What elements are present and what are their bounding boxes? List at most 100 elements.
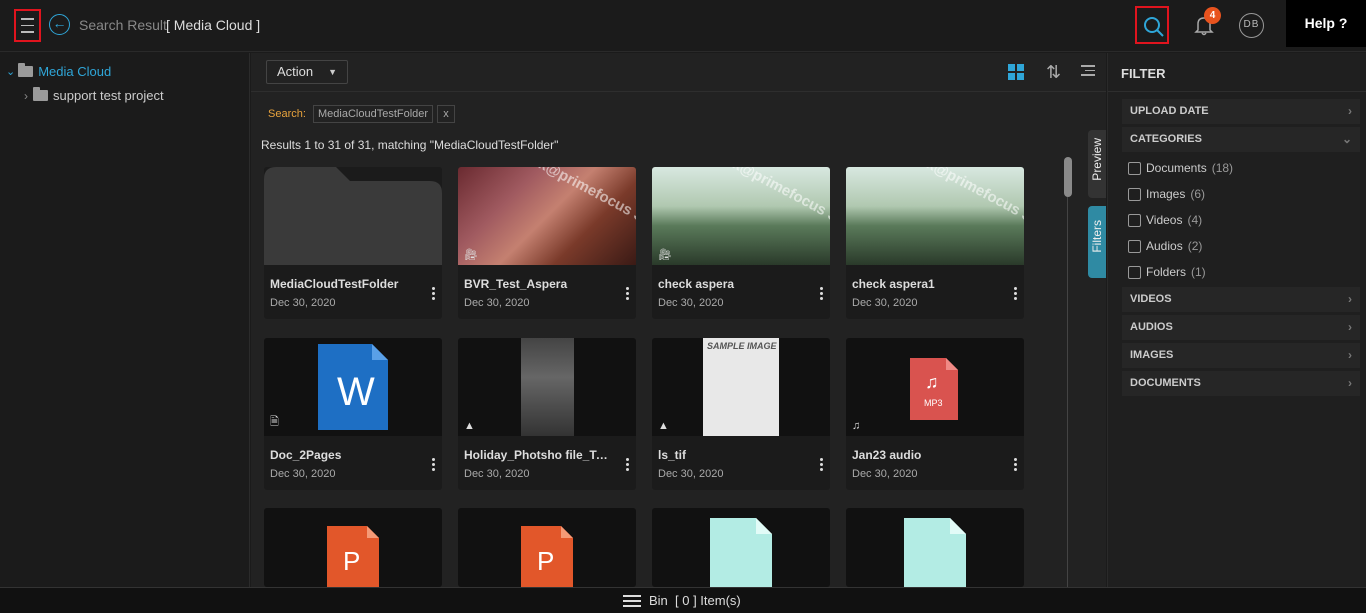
card-title: check aspera1	[852, 277, 935, 291]
card-video[interactable]: ipashree.k@primefocus 30/12/2020 09:16:0…	[846, 167, 1024, 319]
category-count: (6)	[1190, 187, 1206, 201]
card-date: Dec 30, 2020	[852, 297, 918, 309]
more-options-icon[interactable]	[820, 287, 824, 300]
card-image[interactable]: ▲ Holiday_Photsho file_Test.jpg Dec 30, …	[458, 338, 636, 490]
image-thumbnail: SAMPLE IMAGE ▲	[652, 338, 830, 436]
more-options-icon[interactable]	[1014, 287, 1018, 300]
bin-menu-icon[interactable]	[623, 595, 641, 607]
action-label: Action	[277, 64, 314, 79]
card-date: Dec 30, 2020	[464, 297, 530, 309]
bin-bar[interactable]: Bin [ 0 ] Item(s)	[0, 587, 1366, 613]
watermark-text: SAMPLE IMAGE	[707, 341, 777, 351]
tab-filters[interactable]: Filters	[1088, 206, 1106, 278]
main-content: Action ▼ ⇅ Search: MediaCloudTestFolder …	[251, 53, 1106, 587]
audio-thumbnail: ♫ MP3 ♫	[846, 338, 1024, 436]
section-label: AUDIOS	[1130, 321, 1173, 333]
category-documents[interactable]: Documents (18)	[1128, 161, 1233, 175]
more-options-icon[interactable]	[626, 287, 630, 300]
results-summary: Results 1 to 31 of 31, matching "MediaCl…	[261, 138, 559, 152]
chevron-right-icon[interactable]: ›	[24, 89, 28, 103]
chevron-right-icon: ›	[1348, 104, 1352, 118]
folder-icon	[33, 87, 48, 101]
menu-icon[interactable]	[14, 9, 41, 42]
filter-section-images[interactable]: IMAGES ›	[1122, 343, 1360, 368]
more-options-icon[interactable]	[432, 458, 436, 471]
tree-item-media-cloud[interactable]: ⌄ Media Cloud	[6, 63, 111, 79]
category-images[interactable]: Images (6)	[1128, 187, 1205, 201]
category-folders[interactable]: Folders (1)	[1128, 265, 1206, 279]
card-presentation[interactable]: P	[458, 508, 636, 587]
checkbox[interactable]	[1128, 265, 1141, 279]
bin-label: Bin	[649, 593, 668, 608]
back-arrow-icon[interactable]: ←	[49, 14, 70, 35]
category-label: Documents	[1146, 161, 1207, 175]
more-options-icon[interactable]	[820, 458, 824, 471]
more-options-icon[interactable]	[1014, 458, 1018, 471]
card-video[interactable]: ipashree.k@primefocus 30/12/2020 09:16:0…	[652, 167, 830, 319]
category-count: (1)	[1191, 265, 1206, 279]
folder-tree: ⌄ Media Cloud › support test project	[0, 53, 250, 587]
category-audios[interactable]: Audios (2)	[1128, 239, 1202, 253]
music-icon: ♫	[852, 420, 861, 432]
checkbox[interactable]	[1128, 239, 1141, 253]
tab-preview[interactable]: Preview	[1088, 130, 1106, 198]
card-video[interactable]: ipashree.k@primefocus 30/12/2020 09:16:0…	[458, 167, 636, 319]
card-title: MediaCloudTestFolder	[270, 277, 399, 291]
card-file[interactable]	[652, 508, 830, 587]
action-dropdown[interactable]: Action ▼	[266, 60, 348, 84]
divider	[251, 91, 1106, 92]
help-button[interactable]: Help ?	[1286, 0, 1366, 47]
card-audio[interactable]: ♫ MP3 ♫ Jan23 audio Dec 30, 2020	[846, 338, 1024, 490]
section-label: VIDEOS	[1130, 293, 1172, 305]
checkbox[interactable]	[1128, 187, 1141, 201]
filter-section-videos[interactable]: VIDEOS ›	[1122, 287, 1360, 312]
remove-chip-button[interactable]: x	[437, 105, 455, 123]
scrollbar-thumb[interactable]	[1064, 157, 1072, 197]
powerpoint-icon: P	[537, 546, 555, 576]
watermark-text: ipashree.k@primefocus 30/12/2020 09:16:0…	[671, 167, 830, 265]
watermark-text: ipashree.k@primefocus 30/12/2020 09:16:0…	[865, 167, 1024, 265]
filter-panel: FILTER UPLOAD DATE › CATEGORIES ⌄ Docume…	[1107, 53, 1366, 587]
section-label: UPLOAD DATE	[1130, 105, 1209, 117]
file-thumbnail	[652, 508, 830, 587]
card-file[interactable]	[846, 508, 1024, 587]
card-date: Dec 30, 2020	[270, 468, 336, 480]
more-options-icon[interactable]	[432, 287, 436, 300]
document-thumbnail: W 🗎︎	[264, 338, 442, 436]
sort-icon[interactable]: ⇅	[1046, 62, 1061, 83]
more-options-icon[interactable]	[626, 458, 630, 471]
presentation-thumbnail: P	[458, 508, 636, 587]
card-title: check aspera	[658, 277, 735, 291]
image-icon: ▲	[658, 420, 669, 432]
card-title: BVR_Test_Aspera	[464, 277, 568, 291]
card-title: Doc_2Pages	[270, 448, 342, 462]
card-folder[interactable]: MediaCloudTestFolder Dec 30, 2020	[264, 167, 442, 319]
tree-item-support-test-project[interactable]: › support test project	[24, 87, 164, 103]
grid-view-icon[interactable]	[1008, 64, 1024, 80]
filter-section-audios[interactable]: AUDIOS ›	[1122, 315, 1360, 340]
filter-section-categories[interactable]: CATEGORIES ⌄	[1122, 127, 1360, 152]
chevron-right-icon: ›	[1348, 320, 1352, 334]
category-count: (2)	[1187, 239, 1203, 253]
card-presentation[interactable]: P	[264, 508, 442, 587]
watermark-text: ipashree.k@primefocus 30/12/2020 09:16:0…	[477, 167, 636, 265]
search-icon[interactable]	[1135, 6, 1169, 44]
video-thumbnail: ipashree.k@primefocus 30/12/2020 09:16:0…	[458, 167, 636, 265]
filter-section-documents[interactable]: DOCUMENTS ›	[1122, 371, 1360, 396]
top-bar: ← Search Result [ Media Cloud ] 4 DB Hel…	[0, 0, 1366, 52]
file-thumbnail	[846, 508, 1024, 587]
checkbox[interactable]	[1128, 213, 1141, 227]
card-title: ls_tif	[658, 448, 687, 462]
checkbox[interactable]	[1128, 161, 1141, 175]
avatar[interactable]: DB	[1239, 13, 1264, 38]
card-image[interactable]: SAMPLE IMAGE ▲ ls_tif Dec 30, 2020	[652, 338, 830, 490]
list-view-icon[interactable]	[1081, 65, 1095, 76]
chevron-down-icon[interactable]: ⌄	[6, 65, 15, 78]
chevron-right-icon: ›	[1348, 376, 1352, 390]
category-label: Audios	[1146, 239, 1183, 253]
card-document[interactable]: W 🗎︎ Doc_2Pages Dec 30, 2020	[264, 338, 442, 490]
category-videos[interactable]: Videos (4)	[1128, 213, 1202, 227]
filter-section-upload-date[interactable]: UPLOAD DATE ›	[1122, 99, 1360, 124]
scrollbar-track	[1067, 197, 1068, 587]
category-label: Videos	[1146, 213, 1183, 227]
